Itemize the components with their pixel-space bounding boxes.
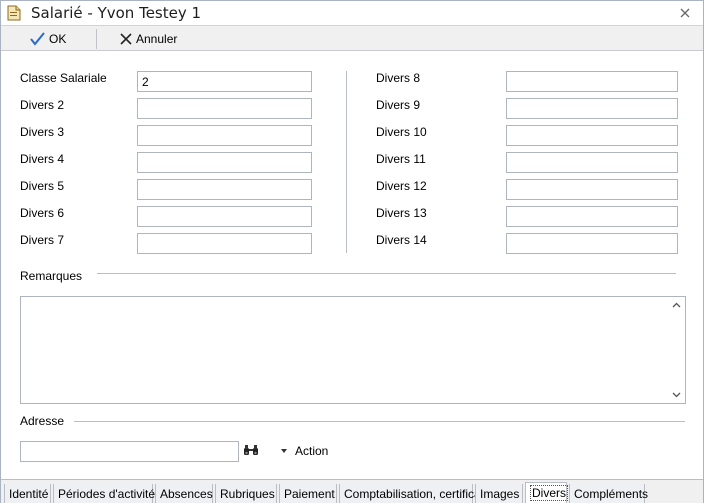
divers-11-input[interactable]: [506, 152, 678, 173]
tab-comptabilisation-certificat[interactable]: Comptabilisation, certificat: [339, 484, 484, 503]
divers-8-input[interactable]: [506, 71, 678, 92]
window-title: Salarié - Yvon Testey 1: [31, 4, 202, 22]
tab-periodes-activite[interactable]: Périodes d'activité: [53, 484, 155, 503]
cancel-button[interactable]: Annuler: [119, 29, 177, 49]
divers-2-input[interactable]: [137, 98, 312, 119]
action-label: Action: [295, 444, 329, 458]
label-divers-5: Divers 5: [20, 179, 65, 193]
cancel-label: Annuler: [136, 32, 178, 46]
divers-5-input[interactable]: [137, 179, 312, 200]
scroll-down-icon[interactable]: [668, 386, 685, 403]
divers-10-input[interactable]: [506, 125, 678, 146]
label-divers-11: Divers 11: [376, 152, 426, 166]
divers-13-input[interactable]: [506, 206, 678, 227]
remarks-separator: [97, 273, 676, 274]
scroll-up-icon[interactable]: [668, 297, 685, 314]
binoculars-icon[interactable]: [243, 444, 259, 456]
label-divers-8: Divers 8: [376, 71, 421, 85]
label-divers-14: Divers 14: [376, 233, 427, 247]
remarks-textarea[interactable]: [21, 297, 669, 403]
toolbar: OK Annuler: [1, 25, 703, 51]
address-input[interactable]: [20, 441, 239, 462]
divers-3-input[interactable]: [137, 125, 312, 146]
divers-9-input[interactable]: [506, 98, 678, 119]
title-bar: Salarié - Yvon Testey 1: [1, 1, 703, 25]
ok-button[interactable]: OK: [29, 29, 66, 49]
divers-6-input[interactable]: [137, 206, 312, 227]
address-label: Adresse: [20, 414, 65, 428]
label-divers-4: Divers 4: [20, 152, 65, 166]
divers-4-input[interactable]: [137, 152, 312, 173]
label-divers-3: Divers 3: [20, 125, 65, 139]
tab-bar: Identité Périodes d'activité Absences Ru…: [1, 479, 703, 503]
ok-label: OK: [49, 32, 67, 46]
caret-down-icon: [281, 449, 287, 453]
label-divers-10: Divers 10: [376, 125, 427, 139]
address-separator: [74, 421, 685, 422]
tab-paiement[interactable]: Paiement: [279, 484, 337, 503]
close-icon[interactable]: [677, 5, 693, 21]
tab-divers[interactable]: Divers: [525, 482, 569, 503]
label-divers-2: Divers 2: [20, 98, 65, 112]
remarks-scrollbar[interactable]: [668, 297, 685, 403]
label-divers-9: Divers 9: [376, 98, 421, 112]
divers-12-input[interactable]: [506, 179, 678, 200]
cross-icon: [120, 33, 132, 45]
remarks-label: Remarques: [20, 269, 83, 283]
tab-rubriques[interactable]: Rubriques: [215, 484, 277, 503]
classe-salariale-input[interactable]: [137, 71, 312, 92]
toolbar-separator: [96, 29, 97, 49]
document-icon: [7, 5, 21, 21]
tab-absences[interactable]: Absences: [155, 484, 213, 503]
column-separator: [346, 71, 347, 253]
tab-identite[interactable]: Identité: [4, 484, 51, 503]
employee-dialog: Salarié - Yvon Testey 1 OK Annuler Class…: [0, 0, 704, 503]
label-classe-salariale: Classe Salariale: [20, 71, 107, 85]
divers-14-input[interactable]: [506, 233, 678, 254]
label-divers-12: Divers 12: [376, 179, 427, 193]
tab-images[interactable]: Images: [475, 484, 523, 503]
label-divers-7: Divers 7: [20, 233, 65, 247]
action-dropdown[interactable]: Action: [281, 444, 328, 458]
label-divers-6: Divers 6: [20, 206, 65, 220]
tab-complements[interactable]: Compléments: [569, 484, 648, 503]
remarks-memo: [20, 296, 686, 404]
checkmark-icon: [30, 32, 45, 46]
divers-7-input[interactable]: [137, 233, 312, 254]
label-divers-13: Divers 13: [376, 206, 427, 220]
